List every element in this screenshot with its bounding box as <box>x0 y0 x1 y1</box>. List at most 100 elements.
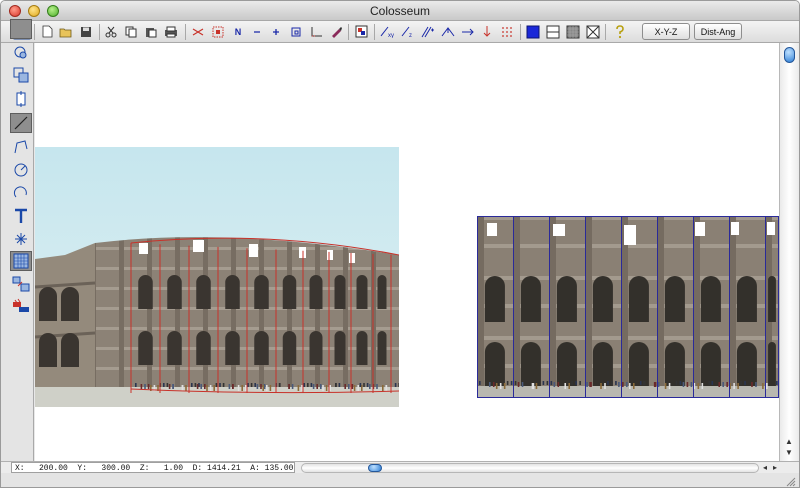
new-file-button[interactable] <box>38 23 56 40</box>
print-button[interactable] <box>162 23 180 40</box>
svg-text:xy: xy <box>388 33 394 38</box>
help-question-icon <box>616 24 624 38</box>
dot-grid-button[interactable] <box>498 23 516 40</box>
circle-icon <box>14 163 28 177</box>
image-map-icon <box>12 276 30 292</box>
north-glyph: N <box>234 26 242 37</box>
polyline-icon <box>14 140 28 154</box>
line-tool[interactable] <box>10 113 32 133</box>
source-photo[interactable] <box>35 147 399 407</box>
node-icon <box>14 46 27 59</box>
polyline-tool[interactable] <box>10 137 32 157</box>
save-button[interactable] <box>77 23 95 40</box>
toolbar-separator <box>34 24 35 40</box>
texture-button[interactable] <box>564 23 582 40</box>
arrow-right-icon <box>462 28 474 35</box>
paste-button[interactable] <box>142 23 160 40</box>
mirror-tool-button[interactable] <box>189 23 207 40</box>
minus-icon <box>254 30 260 33</box>
new-file-icon <box>42 25 52 38</box>
arrow-down-button[interactable] <box>478 23 496 40</box>
frame-icon <box>291 27 301 36</box>
grid-select-button[interactable] <box>209 23 227 40</box>
paste-clipboard-icon <box>146 27 157 37</box>
text-tool[interactable] <box>10 206 32 226</box>
toolbar-separator <box>185 24 186 40</box>
z-line-icon: z <box>401 26 412 38</box>
angle-button[interactable] <box>439 23 457 40</box>
scroll-up-arrow-icon[interactable]: ▲ <box>785 437 793 446</box>
grid-tool[interactable] <box>10 251 32 271</box>
star-tool[interactable] <box>10 229 32 249</box>
arrow-right-button[interactable] <box>459 23 477 40</box>
window-title: Colosseum <box>369 4 431 18</box>
asterisk-icon <box>15 233 27 245</box>
open-file-button[interactable] <box>57 23 75 40</box>
drawing-canvas[interactable] <box>35 43 779 461</box>
grid-icon <box>13 253 29 269</box>
rectified-photo[interactable] <box>477 216 779 398</box>
bottom-strip <box>1 473 799 487</box>
parallel-button[interactable] <box>419 23 437 40</box>
vertical-scrollbar[interactable]: ▲ ▼ <box>779 43 799 461</box>
node-tool[interactable] <box>10 43 32 63</box>
dist-ang-button[interactable]: Dist-Ang <box>694 23 742 40</box>
cross-box-button[interactable] <box>584 23 602 40</box>
brick-tool[interactable] <box>10 296 32 316</box>
xyz-button[interactable]: X-Y-Z <box>642 23 690 40</box>
filled-square-icon <box>526 25 540 38</box>
frame-button[interactable] <box>287 23 305 40</box>
mirror-icon <box>192 27 204 36</box>
minus-button[interactable] <box>248 23 266 40</box>
scroll-right-arrow-icon[interactable]: ▸ <box>773 462 777 473</box>
xy-line-button[interactable]: xy <box>379 23 397 40</box>
dot-grid-icon <box>502 26 512 37</box>
image-map-tool[interactable] <box>10 274 32 294</box>
circle-tool[interactable] <box>10 160 32 180</box>
axis-button[interactable] <box>307 23 325 40</box>
copy-icon <box>125 26 137 37</box>
arc-tool[interactable] <box>10 183 32 203</box>
split-horizontal-button[interactable] <box>544 23 562 40</box>
toolbar-separator <box>605 24 606 40</box>
toolbar-separator <box>99 24 100 40</box>
parallel-lines-icon <box>421 26 434 38</box>
measure-tool[interactable] <box>10 89 32 109</box>
app-window: Colosseum N xy z X-Y-Z Dist-Ang ▲ ▼ X: 2… <box>0 0 800 488</box>
dotted-square-icon <box>212 26 224 37</box>
line-icon <box>14 116 28 130</box>
select-tool[interactable] <box>10 19 32 39</box>
cross-box-icon <box>586 25 600 38</box>
toolbar-separator <box>520 24 521 40</box>
left-toolbox <box>1 19 34 461</box>
measure-icon <box>16 91 26 107</box>
printer-icon <box>165 26 177 37</box>
resize-grip-icon[interactable] <box>786 477 796 487</box>
cut-button[interactable] <box>102 23 120 40</box>
horizontal-scroll-thumb[interactable] <box>368 464 382 472</box>
text-t-icon <box>15 208 27 223</box>
scroll-down-arrow-icon[interactable]: ▼ <box>785 448 793 457</box>
horizontal-scrollbar[interactable] <box>301 463 759 473</box>
transform-tool[interactable] <box>10 65 32 85</box>
split-horizontal-icon <box>546 25 560 38</box>
toolbar-separator <box>348 24 349 40</box>
vertical-scroll-thumb[interactable] <box>784 47 795 63</box>
plus-button[interactable] <box>267 23 285 40</box>
z-line-button[interactable]: z <box>399 23 417 40</box>
axis-icon <box>311 26 322 36</box>
scroll-left-arrow-icon[interactable]: ◂ <box>763 462 767 473</box>
arrow-down-icon <box>483 26 491 37</box>
save-disk-icon <box>81 26 91 37</box>
layer-button[interactable] <box>352 23 370 40</box>
help-button[interactable] <box>611 23 629 40</box>
copy-button[interactable] <box>122 23 140 40</box>
texture-icon <box>566 25 580 38</box>
fill-blue-button[interactable] <box>524 23 542 40</box>
toolbar-separator <box>374 24 375 40</box>
north-button[interactable]: N <box>229 23 247 40</box>
status-bar: X: 200.00 Y: 300.00 Z: 1.00 D: 1414.21 A… <box>1 461 799 473</box>
transform-icon <box>13 67 29 83</box>
pen-button[interactable] <box>327 23 345 40</box>
title-bar: Colosseum <box>1 1 799 21</box>
